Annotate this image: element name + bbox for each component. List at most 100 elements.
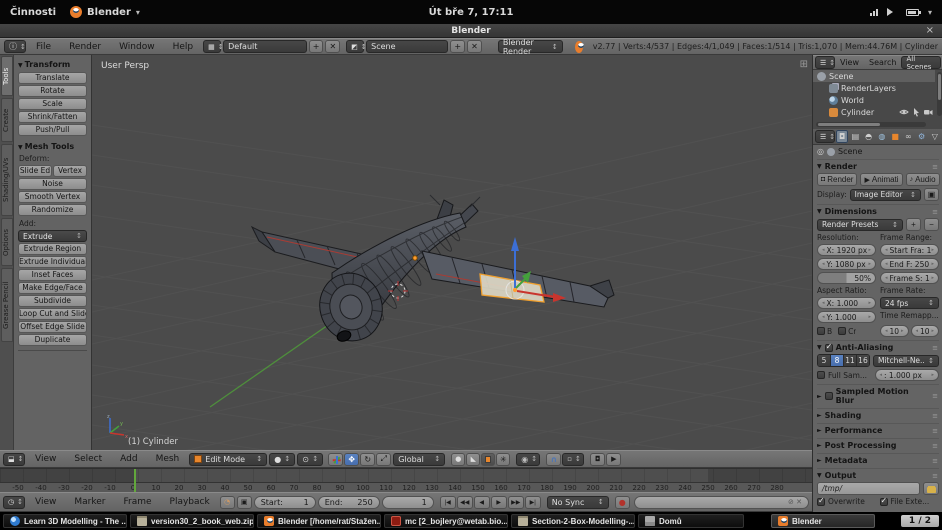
network-icon[interactable] (869, 8, 878, 16)
app-menu[interactable]: Blender ▾ (70, 6, 140, 18)
edge-select-button[interactable]: ◣ (466, 452, 481, 466)
timeline-ruler[interactable]: -50 -40 -30 -20 -10 0 10 20 30 40 50 60 70 80 90 100 110… (0, 482, 812, 492)
jump-to-start-button[interactable]: |◀ (439, 495, 456, 509)
aa-filter-dropdown[interactable]: Mitchell-Ne.. ↕ (872, 354, 939, 367)
system-menu-chevron-icon[interactable]: ▾ (928, 8, 932, 17)
aa-filter-size-field[interactable]: : 1.000 px (874, 369, 939, 381)
snap-toggle-button[interactable]: ∩ (546, 452, 562, 466)
remap-old-field[interactable]: 10 (880, 325, 909, 337)
remove-preset-button[interactable]: − (924, 218, 939, 231)
timeline[interactable]: -50 -40 -30 -20 -10 0 10 20 30 40 50 60 70 80 90 100 110… (0, 468, 812, 492)
antialiasing-panel-header[interactable]: ▼Anti-Aliasing≡ (817, 340, 939, 352)
manipulator-scale-toggle[interactable]: ⤢ (376, 452, 392, 466)
aa-samples-8[interactable]: 8 (830, 355, 844, 366)
post-processing-panel-header[interactable]: ► Post Processing ≡ (817, 438, 939, 450)
opengl-render-button[interactable]: ◘ (590, 452, 606, 466)
aspect-y-field[interactable]: Y: 1.000 (817, 311, 876, 323)
menu-file[interactable]: File (28, 42, 59, 52)
render-animation-button[interactable]: ▶ Animati (860, 173, 903, 186)
sampled-motion-blur-panel-header[interactable]: ► Sampled Motion Blur ≡ (817, 384, 939, 405)
window-titlebar[interactable]: Blender × (0, 24, 942, 38)
volume-icon[interactable] (886, 8, 897, 16)
file-extensions-checkbox[interactable]: File Exte... (879, 496, 940, 506)
selectability-cursor-icon[interactable] (911, 107, 921, 117)
timeline-menu-frame[interactable]: Frame (115, 497, 159, 507)
tool-button-vertex-slide[interactable]: Vertex (53, 165, 87, 177)
tab-constraints[interactable]: ∞ (902, 130, 914, 143)
output-panel-header[interactable]: ▼ Output ≡ (817, 468, 939, 480)
taskbar-item-home[interactable]: Domů (638, 514, 744, 528)
aa-samples-5[interactable]: 5 (818, 355, 831, 366)
delete-scene-button[interactable]: ✕ (467, 40, 482, 53)
tool-button-slide-edge[interactable]: Slide Ed (18, 165, 52, 177)
outliner-editor-icon[interactable]: ☰ ↕ (815, 56, 835, 69)
tab-object-data[interactable]: ▽ (929, 130, 941, 143)
keying-set-field[interactable]: ⊘ ✕ (633, 495, 809, 509)
tool-button[interactable]: Offset Edge Slide (18, 321, 87, 333)
display-lock-button[interactable]: ▣ (924, 188, 939, 201)
mode-dropdown[interactable]: Edit Mode ↕ (189, 452, 268, 466)
aa-samples-16[interactable]: 16 (856, 355, 869, 366)
tab-world[interactable]: ◍ (876, 130, 888, 143)
tool-button[interactable]: Translate (18, 72, 87, 84)
menu-window[interactable]: Window (111, 42, 163, 52)
timeline-menu-marker[interactable]: Marker (66, 497, 113, 507)
timeline-menu-view[interactable]: View (27, 497, 64, 507)
current-frame-input[interactable]: 1 (381, 495, 434, 509)
timeline-editor-icon[interactable]: ◷ ↕ (3, 495, 25, 509)
tool-button[interactable]: Push/Pull (18, 124, 87, 136)
tab-shading-uvs[interactable]: Shading/UVs (1, 144, 13, 216)
overwrite-checkbox[interactable]: Overwrite (817, 496, 877, 506)
outliner-item-scene[interactable]: Scene (813, 70, 935, 82)
outliner-menu-view[interactable]: View (835, 58, 864, 67)
taskbar-item-section-zip[interactable]: Section-2-Box-Modelling-... (511, 514, 635, 528)
limit-to-visible-button[interactable]: ✳ (496, 452, 511, 466)
border-checkbox[interactable]: B (817, 327, 832, 336)
screen-layout-icon[interactable]: ▦ ↕ (203, 40, 224, 53)
taskbar-item-browser[interactable]: Learn 3D Modelling - The ... (3, 514, 127, 528)
aspect-x-field[interactable]: X: 1.000 (817, 297, 876, 309)
resolution-percentage-slider[interactable]: 50% (817, 272, 876, 284)
visibility-eye-icon[interactable] (899, 107, 909, 117)
viewport-3d[interactable]: User Persp z y x (1) Cylinder ⊞ (92, 55, 812, 450)
antialiasing-checkbox[interactable] (824, 342, 833, 352)
taskbar-item-blender-active[interactable]: Blender (771, 514, 875, 528)
face-select-button[interactable] (481, 452, 496, 466)
preview-range-toggle[interactable]: ◔ (219, 495, 235, 509)
prev-keyframe-button[interactable]: ◀◀ (456, 495, 473, 509)
manipulator-translate-toggle[interactable]: ✥ (344, 452, 360, 466)
resolution-y-field[interactable]: Y: 1080 px (817, 258, 876, 270)
pivot-point-dropdown[interactable]: ⊙ ↕ (297, 452, 324, 466)
taskbar-item-mc[interactable]: mc [2_bojlery@wetab.bio... (384, 514, 508, 528)
tool-button[interactable]: Make Edge/Face (18, 282, 87, 294)
tab-render[interactable]: ◘ (836, 130, 849, 143)
outliner-menu-search[interactable]: Search (864, 58, 901, 67)
sync-dropdown[interactable]: No Sync ↕ (546, 495, 609, 509)
output-path-field[interactable]: /tmp/ (817, 482, 920, 495)
outliner-item-renderlayers[interactable]: RenderLayers (813, 82, 935, 94)
manipulator-axes-toggle[interactable] (328, 452, 344, 466)
tool-button[interactable]: Subdivide (18, 295, 87, 307)
tab-scene[interactable]: ◓ (863, 130, 875, 143)
tab-options[interactable]: Options (1, 218, 13, 266)
transform-panel-header[interactable]: ▼ Transform (18, 60, 87, 69)
clock[interactable]: Út bře 7, 17:11 (429, 7, 514, 18)
tool-button[interactable]: Extrude Individual (18, 256, 87, 268)
frame-rate-dropdown[interactable]: 24 fps ↕ (880, 297, 939, 309)
battery-icon[interactable] (905, 8, 921, 16)
taskbar-item-blender-file[interactable]: Blender [/home/rat/Stažen... (257, 514, 381, 528)
render-presets-dropdown[interactable]: Render Presets ↕ (817, 218, 903, 231)
frame-step-field[interactable]: Frame S: 1 (880, 272, 939, 284)
tool-button[interactable]: Inset Faces (18, 269, 87, 281)
resolution-x-field[interactable]: X: 1920 px (817, 244, 876, 256)
scene-selector[interactable]: Scene (366, 40, 449, 53)
tab-grease-pencil[interactable]: Grease Pencil (1, 268, 13, 342)
view3d-menu-add[interactable]: Add (112, 454, 145, 464)
tool-button[interactable]: Rotate (18, 85, 87, 97)
delete-layout-button[interactable]: ✕ (325, 40, 341, 53)
outliner-horizontal-scrollbar[interactable] (816, 122, 926, 127)
tool-button[interactable]: Shrink/Fatten (18, 111, 87, 123)
motion-blur-checkbox[interactable] (824, 392, 833, 400)
menu-render[interactable]: Render (61, 42, 109, 52)
play-button[interactable]: ▶ (490, 495, 507, 509)
